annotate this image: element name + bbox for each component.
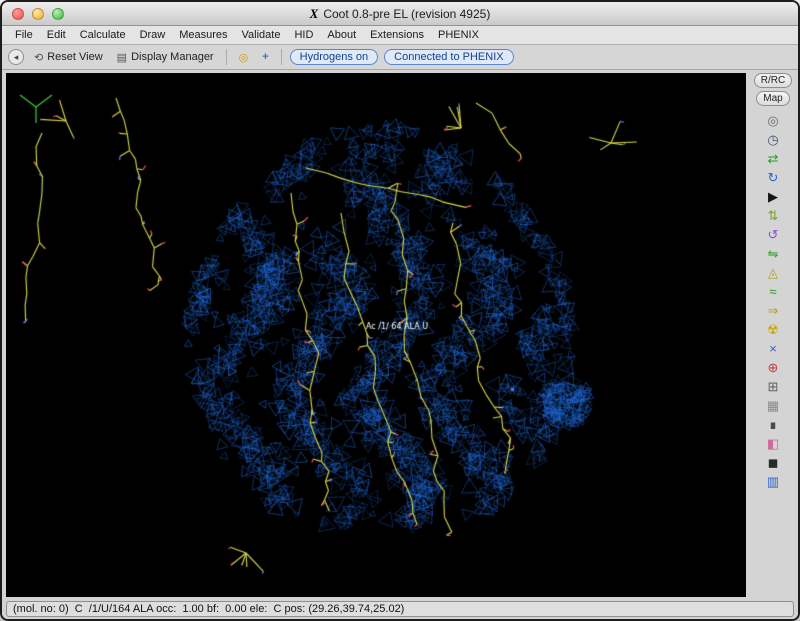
display-manager-label: Display Manager (131, 51, 214, 63)
x11-logo-icon: X (310, 6, 319, 22)
toolbar-overflow-button[interactable]: ◂ (8, 49, 24, 65)
mutate-icon[interactable]: ⇒ (763, 301, 783, 320)
add-alt-conf-icon[interactable]: ⊞ (763, 377, 783, 396)
run-refmac-icon[interactable]: ☢ (763, 320, 783, 339)
measure-distance-icon: + (262, 51, 268, 63)
toolbar-separator (281, 49, 282, 65)
hydrogens-toggle-button[interactable]: Hydrogens on (290, 49, 379, 65)
dark-square-icon[interactable]: ◼ (763, 453, 783, 472)
traffic-lights (12, 8, 64, 20)
add-atom-icon[interactable]: ⊕ (763, 358, 783, 377)
map-button[interactable]: Map (756, 91, 789, 106)
display-manager-icon: ▤ (117, 51, 127, 64)
display-manager-button[interactable]: ▤ Display Manager (113, 49, 218, 66)
fixed-atoms-icon[interactable]: ▶ (763, 187, 783, 206)
status-bar: (mol. no: 0) C /1/U/164 ALA occ: 1.00 bf… (2, 599, 798, 619)
window-title: X Coot 0.8-pre EL (revision 4925) (310, 6, 491, 22)
menu-hid[interactable]: HID (287, 28, 320, 42)
menu-file[interactable]: File (8, 28, 40, 42)
zoom-window-icon[interactable] (52, 8, 64, 20)
menu-edit[interactable]: Edit (40, 28, 73, 42)
reset-view-icon: ⟲ (34, 51, 43, 64)
window-content: R/RC Map ◎◷⇄↻▶⇅↺⇋◬≈⇒☢×⊕⊞▦∎◧◼▥ (2, 70, 798, 599)
close-window-icon[interactable] (12, 8, 24, 20)
main-toolbar: ◂ ⟲ Reset View ▤ Display Manager ◎ + Hyd… (2, 45, 798, 70)
rotate-translate-icon[interactable]: ↺ (763, 225, 783, 244)
reset-view-button[interactable]: ⟲ Reset View (30, 49, 107, 66)
status-text: (mol. no: 0) C /1/U/164 ALA occ: 1.00 bf… (6, 601, 794, 617)
menu-extensions[interactable]: Extensions (363, 28, 431, 42)
regularize-icon[interactable]: ↻ (763, 168, 783, 187)
viewport-area (2, 70, 748, 599)
label-atom-button[interactable]: ◎ (235, 49, 253, 66)
back-arrow-icon: ◂ (14, 52, 19, 63)
minimize-window-icon[interactable] (32, 8, 44, 20)
right-panel: R/RC Map ◎◷⇄↻▶⇅↺⇋◬≈⇒☢×⊕⊞▦∎◧◼▥ (748, 70, 798, 599)
phenix-connection-button[interactable]: Connected to PHENIX (384, 49, 513, 65)
rotamers-icon[interactable]: ◬ (763, 263, 783, 282)
rrc-button[interactable]: R/RC (754, 73, 792, 88)
menu-measures[interactable]: Measures (172, 28, 234, 42)
grey-square-icon[interactable]: ▦ (763, 396, 783, 415)
reject-icon[interactable]: × (763, 339, 783, 358)
menu-bar: FileEditCalculateDrawMeasuresValidateHID… (2, 26, 798, 45)
real-space-refine-icon[interactable]: ⇄ (763, 149, 783, 168)
model-refine-icon-column: ◎◷⇄↻▶⇅↺⇋◬≈⇒☢×⊕⊞▦∎◧◼▥ (763, 111, 783, 491)
edit-backbone-icon[interactable]: ≈ (763, 282, 783, 301)
display-settings-icon[interactable]: ▥ (763, 472, 783, 491)
menu-about[interactable]: About (320, 28, 363, 42)
menu-draw[interactable]: Draw (133, 28, 173, 42)
menu-calculate[interactable]: Calculate (73, 28, 133, 42)
menu-phenix[interactable]: PHENIX (431, 28, 486, 42)
menu-validate[interactable]: Validate (235, 28, 288, 42)
molecular-viewport[interactable] (6, 73, 746, 597)
eraser-icon[interactable]: ◧ (763, 434, 783, 453)
title-bar[interactable]: X Coot 0.8-pre EL (revision 4925) (2, 2, 798, 26)
label-atom-icon: ◎ (239, 51, 249, 64)
auto-fit-rotamer-icon[interactable]: ⇋ (763, 244, 783, 263)
delete-item-icon[interactable]: ∎ (763, 415, 783, 434)
measure-distance-button[interactable]: + (258, 49, 272, 65)
coot-window: X Coot 0.8-pre EL (revision 4925) FileEd… (0, 0, 800, 621)
toolbar-separator (226, 49, 227, 65)
idle-clock-icon[interactable]: ◷ (763, 130, 783, 149)
rigid-body-icon[interactable]: ⇅ (763, 206, 783, 225)
window-title-text: Coot 0.8-pre EL (revision 4925) (323, 7, 490, 21)
reset-view-label: Reset View (47, 51, 102, 63)
centre-view-icon[interactable]: ◎ (763, 111, 783, 130)
